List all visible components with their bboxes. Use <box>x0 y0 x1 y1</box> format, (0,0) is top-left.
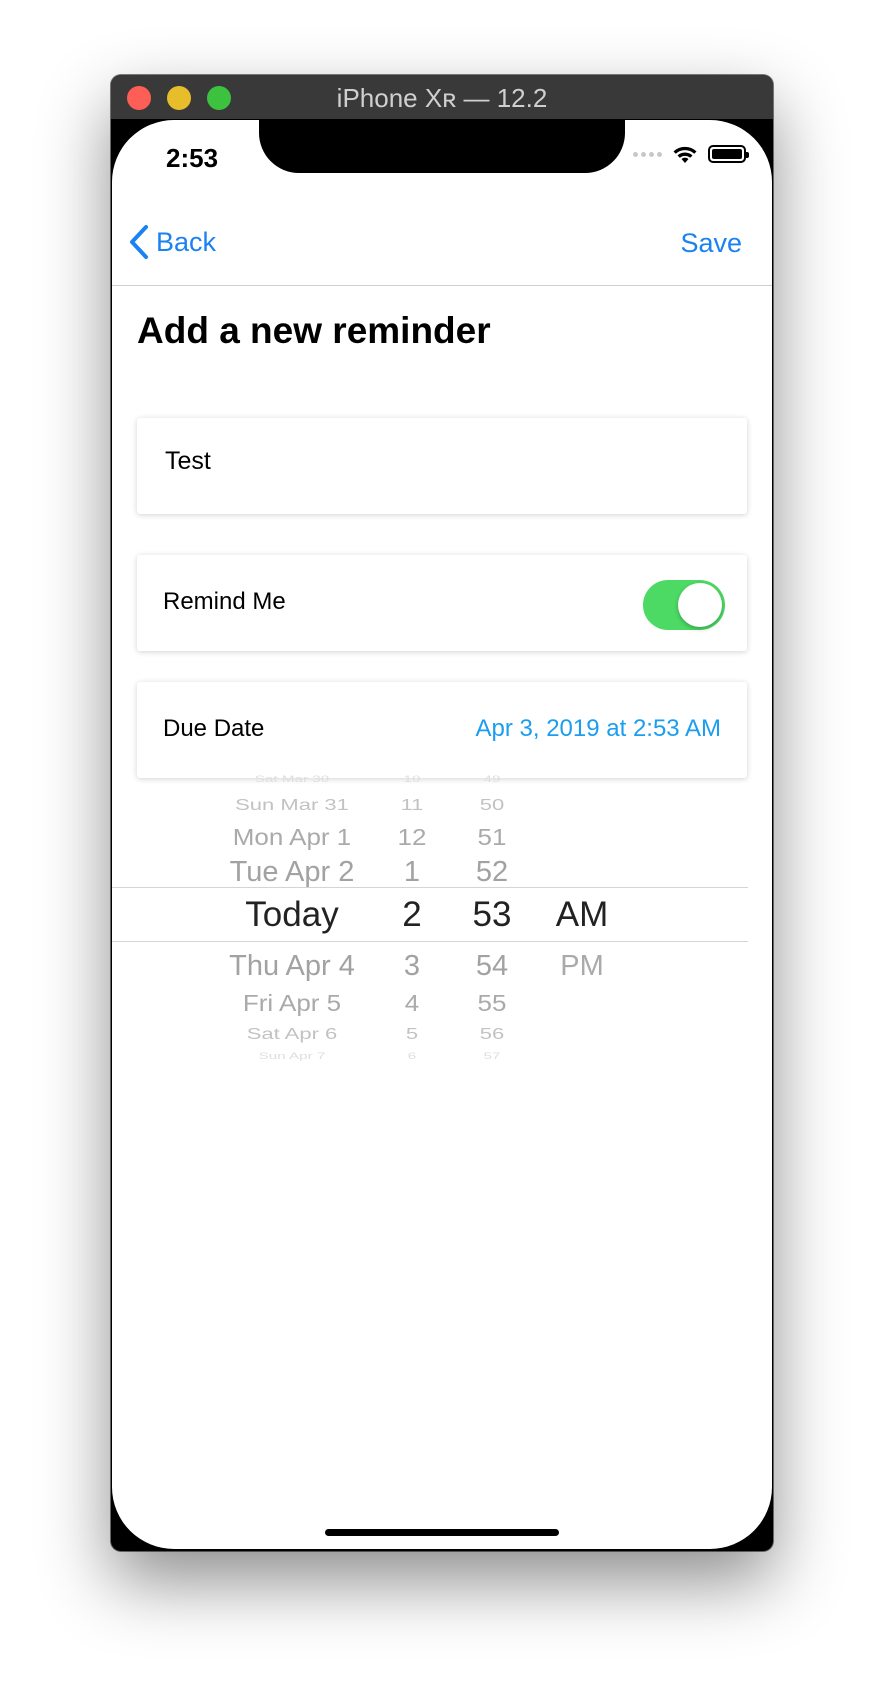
remind-me-label: Remind Me <box>163 588 286 615</box>
picker-date-item: Mon Apr 1 <box>232 823 352 851</box>
picker-date-item: Thu Apr 4 <box>229 950 355 982</box>
page-title: Add a new reminder <box>137 310 491 351</box>
picker-minute-item: 52 <box>475 856 509 888</box>
back-button[interactable]: Back <box>128 224 216 260</box>
status-time: 2:53 <box>166 143 219 173</box>
due-date-label: Due Date <box>163 715 265 742</box>
remind-me-card: Remind Me <box>137 555 747 651</box>
picker-period-column[interactable]: AM PM <box>542 770 622 1070</box>
picker-minute-item: 50 <box>479 795 505 814</box>
picker-hour-item: 4 <box>404 989 420 1017</box>
picker-period-item: PM <box>560 950 604 982</box>
picker-date-item: Sat Mar 30 <box>254 775 330 785</box>
picker-date-item: Tue Apr 2 <box>229 856 355 888</box>
reminder-title-input[interactable] <box>163 446 727 477</box>
status-icons <box>633 144 749 164</box>
picker-minute-item: 57 <box>483 1052 501 1062</box>
picker-date-item: Sun Apr 7 <box>258 1052 326 1062</box>
picker-date-item: Fri Apr 5 <box>242 989 342 1017</box>
back-label: Back <box>156 226 217 257</box>
picker-minute-item: 54 <box>475 950 509 982</box>
reminder-title-card <box>137 418 747 514</box>
picker-hour-column[interactable]: 10 11 12 1 2 3 4 5 6 <box>382 770 442 1070</box>
picker-minute-item: 56 <box>479 1024 505 1043</box>
picker-minute-item: 51 <box>477 823 507 851</box>
picker-hour-item: 1 <box>403 856 421 888</box>
device-notch <box>259 120 625 173</box>
picker-hour-item-selected: 2 <box>402 895 422 934</box>
picker-date-column[interactable]: Sat Mar 30 Sun Mar 31 Mon Apr 1 Tue Apr … <box>172 770 412 1070</box>
window-title: iPhone Xʀ — 12.2 <box>336 83 548 113</box>
device-screen: 2:53 Back Save Add a new reminder Test R… <box>112 120 772 1549</box>
picker-minute-item-selected: 53 <box>472 895 512 934</box>
picker-date-item-selected: Today <box>245 895 339 934</box>
picker-hour-item: 10 <box>403 775 421 785</box>
picker-minute-item: 55 <box>477 989 507 1017</box>
due-date-value[interactable]: Apr 3, 2019 at 2:53 AM <box>476 715 722 743</box>
toggle-knob <box>678 583 722 627</box>
simulator-window: iPhone Xʀ — 12.2 2:53 Back Save Add a ne… <box>111 75 773 1551</box>
picker-hour-item: 5 <box>405 1024 419 1043</box>
picker-hour-item: 6 <box>407 1052 417 1062</box>
picker-hour-item: 11 <box>400 795 424 814</box>
picker-hour-item: 3 <box>403 950 421 982</box>
picker-minute-column[interactable]: 49 50 51 52 53 54 55 56 57 <box>457 770 527 1070</box>
home-indicator <box>325 1529 559 1536</box>
remind-me-toggle[interactable] <box>643 580 725 630</box>
save-button[interactable]: Save <box>680 228 742 259</box>
battery-icon <box>708 145 749 163</box>
picker-date-item: Sat Apr 6 <box>246 1024 338 1043</box>
wifi-icon <box>673 146 697 163</box>
cellular-signal-icon <box>633 151 662 157</box>
picker-hour-item: 12 <box>397 823 427 851</box>
picker-date-item: Sun Mar 31 <box>235 795 349 814</box>
picker-minute-item: 49 <box>483 775 501 785</box>
simulator-titlebar: iPhone Xʀ — 12.2 <box>111 75 773 119</box>
navigation-bar: Back Save <box>112 210 772 286</box>
date-picker[interactable]: Sat Mar 30 Sun Mar 31 Mon Apr 1 Tue Apr … <box>112 770 772 1070</box>
chevron-left-icon <box>130 225 148 259</box>
due-date-card[interactable]: Due Date Apr 3, 2019 at 2:53 AM <box>137 682 747 778</box>
picker-period-item-selected: AM <box>555 895 609 934</box>
